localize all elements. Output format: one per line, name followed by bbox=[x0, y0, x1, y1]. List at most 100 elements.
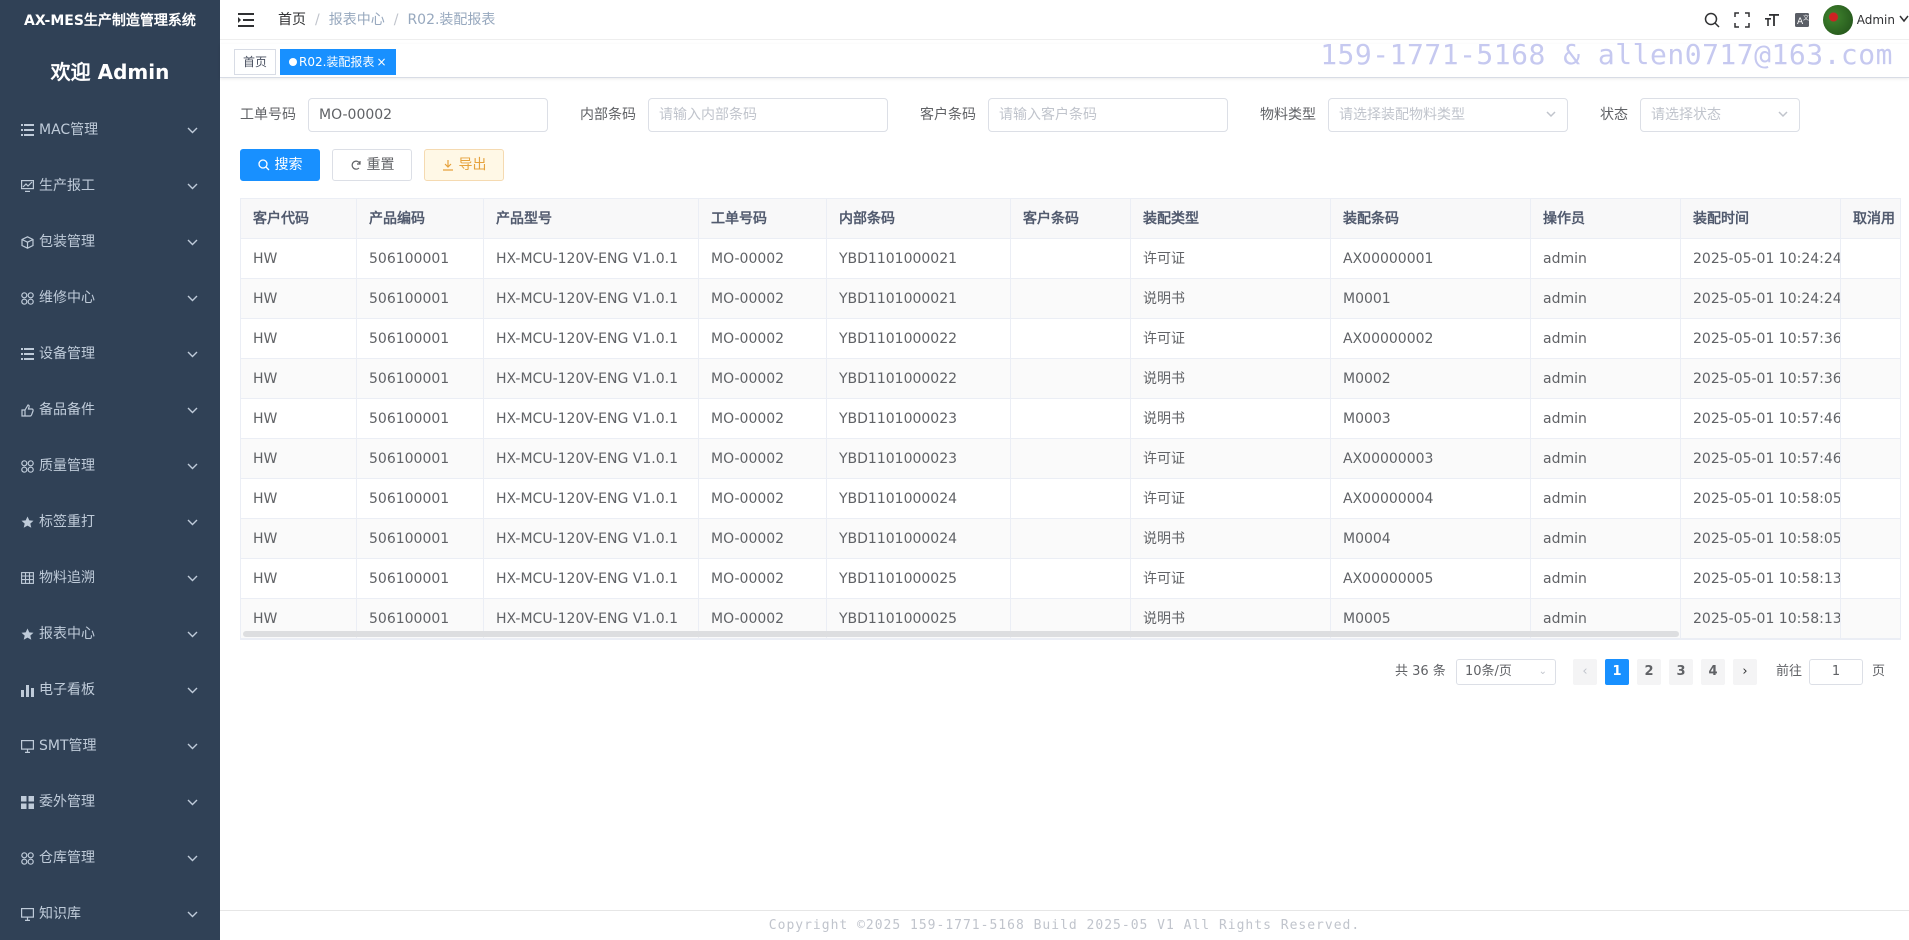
export-button-label: 导出 bbox=[458, 157, 487, 173]
sidebar-item[interactable]: MAC管理 bbox=[0, 102, 220, 158]
table-cell: 2025-05-01 10:57:46 bbox=[1681, 439, 1841, 479]
chevron-down-icon bbox=[1545, 99, 1557, 143]
table-cell: HX-MCU-120V-ENG V1.0.1 bbox=[484, 479, 699, 519]
table-cell bbox=[1011, 319, 1131, 359]
sidebar-item[interactable]: 知识库 bbox=[0, 886, 220, 940]
column-header[interactable]: 取消用 bbox=[1841, 199, 1900, 239]
chevron-down-icon: ⌄ bbox=[1538, 666, 1547, 677]
fullscreen-icon[interactable] bbox=[1733, 11, 1751, 29]
sidebar-item-label: 标签重打 bbox=[39, 514, 95, 530]
table-row[interactable]: HW 506100001 HX-MCU-120V-ENG V1.0.1 MO-0000… bbox=[241, 319, 1900, 359]
sidebar-item[interactable]: 物料追溯 bbox=[0, 550, 220, 606]
page-number-button[interactable]: 3 bbox=[1669, 659, 1693, 685]
hamburger-icon[interactable] bbox=[238, 12, 256, 28]
table-cell: admin bbox=[1531, 439, 1681, 479]
welcome-text: 欢迎 Admin bbox=[50, 60, 170, 84]
table-cell: HW bbox=[241, 559, 357, 599]
column-header[interactable]: 内部条码 bbox=[827, 199, 1011, 239]
column-header[interactable]: 产品编码 bbox=[357, 199, 484, 239]
table-cell bbox=[1841, 399, 1900, 439]
search-icon[interactable] bbox=[1703, 11, 1721, 29]
page-size-value: 10条/页 bbox=[1465, 664, 1512, 679]
table-row[interactable]: HW 506100001 HX-MCU-120V-ENG V1.0.1 MO-0000… bbox=[241, 239, 1900, 279]
table-row[interactable]: HW 506100001 HX-MCU-120V-ENG V1.0.1 MO-0000… bbox=[241, 399, 1900, 439]
table-cell: 说明书 bbox=[1131, 359, 1331, 399]
table-cell: admin bbox=[1531, 279, 1681, 319]
monitor-icon bbox=[20, 739, 34, 753]
next-page-button[interactable]: › bbox=[1733, 659, 1757, 685]
table-row[interactable]: HW 506100001 HX-MCU-120V-ENG V1.0.1 MO-0000… bbox=[241, 519, 1900, 559]
page-number-button[interactable]: 2 bbox=[1637, 659, 1661, 685]
inner-barcode-input[interactable]: 请输入内部条码 bbox=[648, 98, 888, 132]
column-header[interactable]: 工单号码 bbox=[699, 199, 827, 239]
table-cell: AX00000001 bbox=[1331, 239, 1531, 279]
table-cell bbox=[1011, 399, 1131, 439]
sidebar-item[interactable]: 包装管理 bbox=[0, 214, 220, 270]
sidebar-item-label: 维修中心 bbox=[39, 290, 95, 306]
user-avatar[interactable] bbox=[1822, 5, 1853, 35]
column-header[interactable]: 装配条码 bbox=[1331, 199, 1531, 239]
page-size-select[interactable]: 10条/页 ⌄ bbox=[1456, 659, 1556, 685]
column-header[interactable]: 客户条码 bbox=[1011, 199, 1131, 239]
search-icon bbox=[257, 159, 270, 171]
sidebar-item-label: SMT管理 bbox=[39, 738, 97, 754]
table-row[interactable]: HW 506100001 HX-MCU-120V-ENG V1.0.1 MO-0000… bbox=[241, 279, 1900, 319]
table-row[interactable]: HW 506100001 HX-MCU-120V-ENG V1.0.1 MO-0000… bbox=[241, 359, 1900, 399]
search-form: 工单号码 MO-00002 内部条码 请输入内部条码 客户条码 请输入客户条码 … bbox=[240, 97, 1900, 133]
sidebar-item[interactable]: 生产报工 bbox=[0, 158, 220, 214]
chart-icon bbox=[20, 179, 34, 193]
page-number-button[interactable]: 1 bbox=[1605, 659, 1629, 685]
table-cell: AX00000003 bbox=[1331, 439, 1531, 479]
table-cell bbox=[1841, 559, 1900, 599]
horizontal-scrollbar[interactable] bbox=[243, 631, 1679, 637]
sidebar-item[interactable]: 仓库管理 bbox=[0, 830, 220, 886]
sidebar-item[interactable]: 委外管理 bbox=[0, 774, 220, 830]
table-row[interactable]: HW 506100001 HX-MCU-120V-ENG V1.0.1 MO-0000… bbox=[241, 479, 1900, 519]
sidebar-item[interactable]: SMT管理 bbox=[0, 718, 220, 774]
prev-page-button[interactable]: ‹ bbox=[1573, 659, 1597, 685]
table-row[interactable]: HW 506100001 HX-MCU-120V-ENG V1.0.1 MO-0000… bbox=[241, 559, 1900, 599]
translate-icon[interactable]: A文 bbox=[1793, 11, 1811, 29]
chevron-down-icon bbox=[187, 270, 198, 326]
material-type-select[interactable]: 请选择装配物料类型 bbox=[1328, 98, 1568, 132]
column-header[interactable]: 产品型号 bbox=[484, 199, 699, 239]
page-suffix: 页 bbox=[1872, 664, 1886, 679]
status-select[interactable]: 请选择状态 bbox=[1640, 98, 1800, 132]
sidebar-item[interactable]: 标签重打 bbox=[0, 494, 220, 550]
search-button[interactable]: 搜索 bbox=[240, 149, 320, 181]
sidebar-item[interactable]: 设备管理 bbox=[0, 326, 220, 382]
reset-button[interactable]: 重置 bbox=[332, 149, 412, 181]
table-cell: HX-MCU-120V-ENG V1.0.1 bbox=[484, 399, 699, 439]
close-icon[interactable]: × bbox=[376, 55, 386, 69]
sidebar-item[interactable]: 报表中心 bbox=[0, 606, 220, 662]
page-number-button[interactable]: 4 bbox=[1701, 659, 1725, 685]
table-cell: 506100001 bbox=[357, 239, 484, 279]
inner-barcode-label: 内部条码 bbox=[580, 107, 636, 123]
sidebar-item[interactable]: 维修中心 bbox=[0, 270, 220, 326]
caret-down-icon[interactable] bbox=[1899, 15, 1909, 26]
column-header[interactable]: 操作员 bbox=[1531, 199, 1681, 239]
sidebar-item[interactable]: 备品备件 bbox=[0, 382, 220, 438]
breadcrumb-home[interactable]: 首页 bbox=[278, 12, 306, 28]
table-cell bbox=[1841, 519, 1900, 559]
table-cell: MO-00002 bbox=[699, 439, 827, 479]
order-number-input[interactable]: MO-00002 bbox=[308, 98, 548, 132]
table-cell: admin bbox=[1531, 399, 1681, 439]
goto-page-input[interactable]: 1 bbox=[1809, 659, 1863, 685]
search-button-label: 搜索 bbox=[274, 157, 303, 173]
table-cell bbox=[1011, 479, 1131, 519]
column-header[interactable]: 装配类型 bbox=[1131, 199, 1331, 239]
sidebar-item[interactable]: 质量管理 bbox=[0, 438, 220, 494]
tag-home[interactable]: 首页 bbox=[234, 49, 277, 75]
column-header[interactable]: 客户代码 bbox=[241, 199, 357, 239]
user-name[interactable]: Admin bbox=[1857, 13, 1895, 27]
font-size-icon[interactable] bbox=[1763, 11, 1781, 29]
top-navbar: 首页 / 报表中心 / R02.装配报表 A文 Admin bbox=[220, 0, 1909, 40]
tag-assembly-report[interactable]: R02.装配报表 × bbox=[280, 49, 396, 75]
table-cell: HX-MCU-120V-ENG V1.0.1 bbox=[484, 319, 699, 359]
table-row[interactable]: HW 506100001 HX-MCU-120V-ENG V1.0.1 MO-0000… bbox=[241, 439, 1900, 479]
table-cell: YBD1101000022 bbox=[827, 319, 1011, 359]
export-button[interactable]: 导出 bbox=[424, 149, 504, 181]
column-header[interactable]: 装配时间 bbox=[1681, 199, 1841, 239]
customer-barcode-input[interactable]: 请输入客户条码 bbox=[988, 98, 1228, 132]
